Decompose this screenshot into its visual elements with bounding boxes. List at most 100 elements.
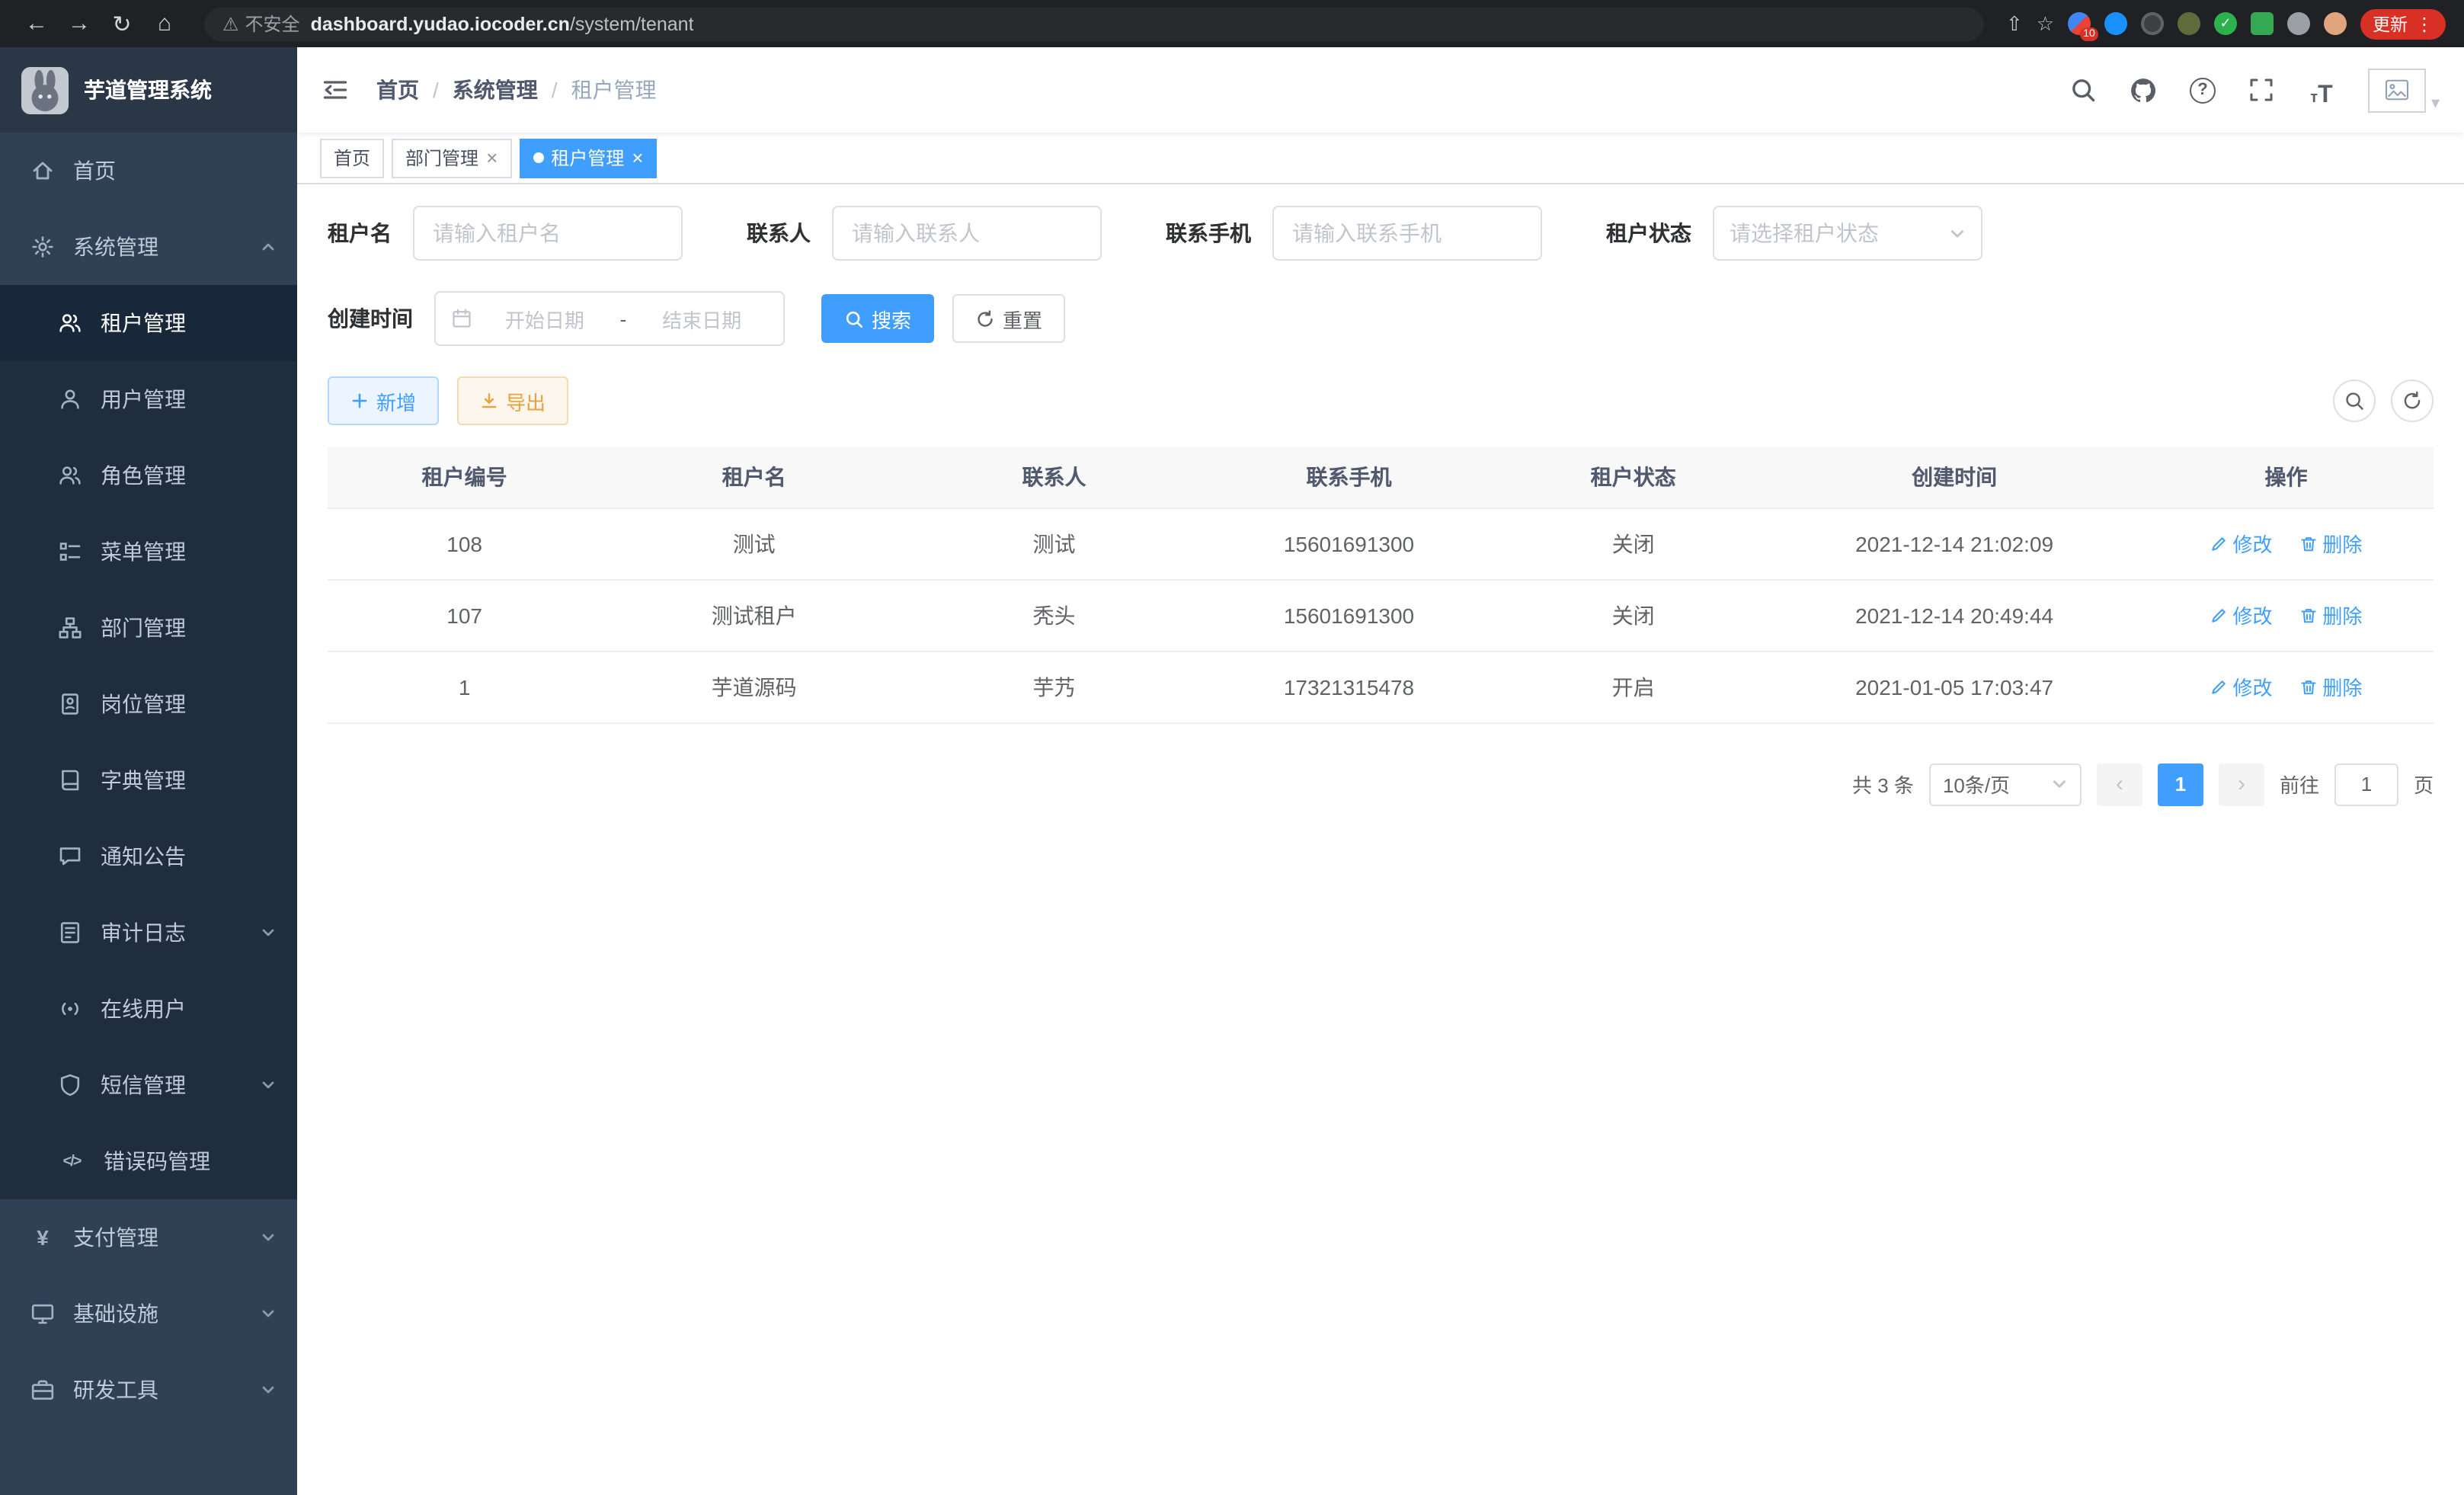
date-range-picker[interactable]: 开始日期 - 结束日期: [434, 291, 785, 346]
browser-menu-icon[interactable]: ⋮: [2415, 13, 2434, 34]
sidebar-item-home[interactable]: 首页: [0, 133, 297, 209]
cell-tenant-id: 107: [328, 579, 601, 651]
help-icon[interactable]: ?: [2184, 72, 2221, 108]
extension-icon[interactable]: ✓: [2214, 12, 2237, 35]
sidebar-item-dev[interactable]: 研发工具: [0, 1352, 297, 1428]
book-icon: [58, 768, 82, 792]
next-page-button[interactable]: ›: [2219, 763, 2264, 805]
tab-dept[interactable]: 部门管理 ×: [392, 138, 511, 178]
sidebar-collapse-icon[interactable]: [322, 76, 349, 104]
edit-button[interactable]: 修改: [2210, 529, 2273, 558]
sidebar-item-system[interactable]: 系统管理: [0, 209, 297, 285]
delete-button[interactable]: 删除: [2299, 672, 2362, 701]
refresh-table-button[interactable]: [2391, 379, 2434, 422]
sidebar-item-notice[interactable]: 通知公告: [0, 818, 297, 895]
table-header-row: 租户编号 租户名 联系人 联系手机 租户状态 创建时间 操作: [328, 447, 2434, 507]
sidebar-item-user[interactable]: 用户管理: [0, 361, 297, 437]
browser-home-button[interactable]: ⌂: [146, 5, 183, 42]
browser-reload-button[interactable]: ↻: [104, 5, 140, 42]
chevron-down-icon: [261, 925, 276, 940]
extension-icon[interactable]: [2251, 12, 2274, 35]
breadcrumb-system[interactable]: 系统管理: [453, 75, 538, 105]
table-row: 107 测试租户 秃头 15601691300 关闭 2021-12-14 20…: [328, 579, 2434, 651]
chevron-down-icon: [261, 1077, 276, 1093]
sidebar-item-infra[interactable]: 基础设施: [0, 1276, 297, 1352]
page-size-select[interactable]: 10条/页: [1929, 763, 2082, 805]
share-icon[interactable]: ⇧: [2006, 11, 2023, 36]
sidebar-item-sms[interactable]: 短信管理: [0, 1047, 297, 1123]
cell-actions: 修改 删除: [2139, 507, 2434, 579]
sidebar-item-dept[interactable]: 部门管理: [0, 590, 297, 666]
chevron-down-icon: [261, 1382, 276, 1397]
sidebar-item-online[interactable]: 在线用户: [0, 971, 297, 1047]
chevron-down-icon: [261, 1306, 276, 1321]
toggle-search-button[interactable]: [2333, 379, 2376, 422]
tab-tenant[interactable]: 租户管理 ×: [519, 138, 657, 178]
sidebar-item-menu[interactable]: 菜单管理: [0, 514, 297, 590]
security-label: 不安全: [245, 11, 300, 37]
security-chip[interactable]: ⚠ 不安全: [222, 11, 300, 37]
font-size-icon[interactable]: тT: [2303, 72, 2340, 108]
chevron-down-icon: [2051, 776, 2068, 792]
user-avatar-dropdown[interactable]: ▾: [2369, 68, 2440, 112]
edit-button[interactable]: 修改: [2210, 672, 2273, 701]
extension-icon[interactable]: [2141, 12, 2164, 35]
search-button[interactable]: 搜索: [821, 294, 934, 343]
toolbox-icon: [30, 1378, 55, 1402]
export-button[interactable]: 导出: [457, 376, 568, 425]
delete-button[interactable]: 删除: [2299, 529, 2362, 558]
mobile-input[interactable]: [1272, 206, 1542, 261]
update-label: 更新: [2373, 11, 2408, 36]
tab-close-icon[interactable]: ×: [632, 149, 643, 167]
extension-badge: 10: [2080, 27, 2098, 41]
sidebar-item-tenant[interactable]: 租户管理: [0, 285, 297, 361]
pagination-total: 共 3 条: [1852, 770, 1914, 799]
github-icon[interactable]: [2125, 72, 2162, 108]
filter-label: 联系人: [747, 218, 811, 248]
delete-button[interactable]: 删除: [2299, 600, 2362, 629]
page-number-1[interactable]: 1: [2158, 763, 2203, 805]
sidebar-item-post[interactable]: 岗位管理: [0, 666, 297, 742]
log-icon: [58, 920, 82, 945]
tenant-table: 租户编号 租户名 联系人 联系手机 租户状态 创建时间 操作 108 测试: [328, 447, 2434, 723]
cell-tenant-name: 测试: [601, 507, 907, 579]
sidebar-logo[interactable]: 芋道管理系统: [0, 47, 297, 133]
edit-button[interactable]: 修改: [2210, 600, 2273, 629]
browser-back-button[interactable]: ←: [18, 5, 55, 42]
code-icon: </>: [58, 1153, 85, 1170]
extension-icon[interactable]: [2104, 12, 2127, 35]
profile-avatar[interactable]: [2324, 12, 2347, 35]
add-button[interactable]: 新增: [328, 376, 439, 425]
date-end-placeholder: 结束日期: [635, 304, 768, 333]
fullscreen-icon[interactable]: [2244, 72, 2280, 108]
sidebar-item-dict[interactable]: 字典管理: [0, 742, 297, 818]
prev-page-button[interactable]: ‹: [2097, 763, 2142, 805]
url-text: dashboard.yudao.iocoder.cn/system/tenant: [311, 13, 694, 34]
active-tab-dot: [533, 152, 543, 163]
bookmark-star-icon[interactable]: ☆: [2037, 11, 2054, 36]
sidebar-item-pay[interactable]: ¥ 支付管理: [0, 1199, 297, 1276]
cell-contact: 芋艿: [907, 651, 1202, 722]
tab-home[interactable]: 首页: [320, 138, 384, 178]
sidebar-item-role[interactable]: 角色管理: [0, 437, 297, 514]
shield-icon: [58, 1073, 82, 1097]
chrome-update-button[interactable]: 更新 ⋮: [2360, 8, 2446, 39]
sidebar-item-errcode[interactable]: </> 错误码管理: [0, 1123, 297, 1199]
header-search-icon[interactable]: [2066, 72, 2102, 108]
user-icon: [58, 387, 82, 411]
address-bar[interactable]: ⚠ 不安全 dashboard.yudao.iocoder.cn/system/…: [204, 7, 1985, 40]
breadcrumb-home[interactable]: 首页: [376, 75, 419, 105]
extension-icon[interactable]: [2178, 12, 2200, 35]
chevron-up-icon: [261, 239, 276, 255]
browser-forward-button[interactable]: →: [61, 5, 98, 42]
sidebar-item-audit[interactable]: 审计日志: [0, 895, 297, 971]
reset-button[interactable]: 重置: [952, 294, 1065, 343]
filter-label: 租户名: [328, 218, 392, 248]
tab-close-icon[interactable]: ×: [486, 149, 498, 167]
goto-page-input[interactable]: [2334, 763, 2398, 805]
extension-icon[interactable]: 10: [2068, 12, 2091, 35]
extensions-puzzle-icon[interactable]: [2287, 12, 2310, 35]
tenant-name-input[interactable]: [413, 206, 683, 261]
status-select[interactable]: 请选择租户状态: [1713, 206, 1982, 261]
contact-input[interactable]: [832, 206, 1102, 261]
